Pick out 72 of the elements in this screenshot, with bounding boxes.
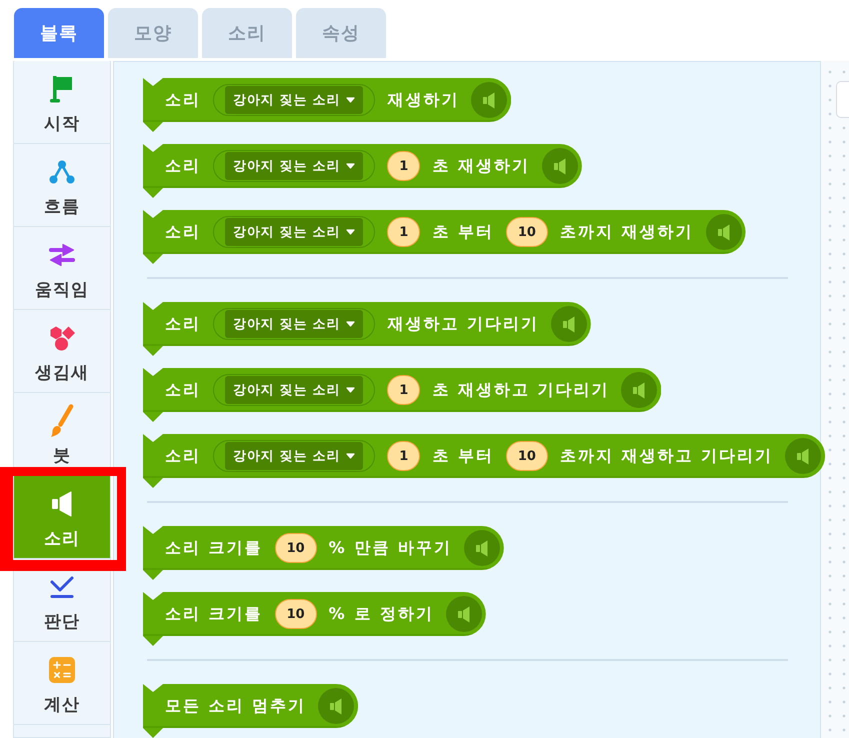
shapes-icon	[48, 325, 76, 351]
category-item[interactable]: 판단	[14, 559, 110, 642]
block-text: 소리 크기를	[165, 538, 263, 558]
block-text: 모든 소리 멈추기	[165, 696, 306, 716]
number-input[interactable]: 1	[387, 441, 420, 471]
number-input[interactable]: 10	[274, 599, 317, 629]
speaker-icon	[706, 214, 742, 250]
number-input[interactable]: 1	[387, 151, 420, 181]
number-input[interactable]: 10	[274, 533, 317, 563]
code-block[interactable]: 소리 강아지 짖는 소리 1 초 부터 10 초까지 재생하기	[143, 210, 746, 264]
caret-icon	[346, 453, 356, 459]
swap-arrows-icon	[48, 243, 76, 267]
caret-icon	[346, 387, 356, 393]
code-block[interactable]: 소리 크기를 10 % 만큼 바꾸기	[143, 526, 504, 580]
block-text: % 만큼 바꾸기	[328, 538, 452, 558]
dropdown[interactable]: 강아지 짖는 소리	[213, 374, 376, 406]
speaker-icon	[621, 372, 658, 408]
category-item[interactable]: 계산	[14, 642, 110, 725]
block-text: % 로 정하기	[328, 604, 434, 624]
speaker-icon	[318, 688, 354, 724]
block-text: 초까지 재생하고 기다리기	[560, 446, 774, 466]
checkmark-icon	[49, 575, 75, 599]
number-input[interactable]: 10	[506, 217, 548, 247]
category-item[interactable]: 시작	[14, 61, 110, 144]
block-text: 재생하고 기다리기	[387, 314, 539, 334]
category-item[interactable]: 생김새	[14, 310, 110, 393]
speaker-icon	[542, 148, 578, 184]
dropdown[interactable]: 강아지 짖는 소리	[213, 84, 376, 116]
caret-icon	[346, 97, 356, 103]
code-block[interactable]: 소리 크기를 10 % 로 정하기	[143, 592, 486, 646]
code-block[interactable]: 소리 강아지 짖는 소리 1 초 재생하고 기다리기	[143, 368, 662, 422]
speaker-icon	[446, 596, 482, 632]
code-block[interactable]: 소리 강아지 짖는 소리 1 초 재생하기	[143, 144, 582, 198]
caret-icon	[346, 163, 356, 169]
dropdown[interactable]: 강아지 짖는 소리	[213, 150, 376, 182]
block-text: 재생하기	[387, 90, 460, 110]
block-text: 소리	[165, 380, 201, 400]
block-text: 초 부터	[432, 446, 494, 466]
calculator-icon	[49, 657, 75, 683]
speaker-icon	[785, 438, 822, 474]
number-input[interactable]: 1	[387, 217, 420, 247]
block-text: 소리	[165, 90, 201, 110]
dropdown[interactable]: 강아지 짖는 소리	[213, 308, 376, 340]
code-block[interactable]: 소리 강아지 짖는 소리 재생하고 기다리기	[143, 302, 591, 356]
caret-icon	[346, 229, 356, 235]
dropdown[interactable]: 강아지 짖는 소리	[213, 440, 376, 472]
block-text: 초까지 재생하기	[560, 222, 694, 242]
paintbrush-icon	[50, 404, 74, 438]
speaker-icon	[464, 530, 500, 566]
block-text: 초 재생하고 기다리기	[432, 380, 610, 400]
tab[interactable]: 블록	[14, 8, 104, 58]
block-text: 소리	[165, 156, 201, 176]
corner-button[interactable]	[836, 81, 849, 118]
code-block[interactable]: 소리 강아지 짖는 소리 재생하기	[143, 78, 512, 132]
category-item[interactable]: 흐름	[14, 144, 110, 227]
block-text: 소리 크기를	[165, 604, 263, 624]
block-text: 초 재생하기	[432, 156, 530, 176]
code-block[interactable]: 소리 강아지 짖는 소리 1 초 부터 10 초까지 재생하고 기다리기	[143, 434, 826, 488]
dropdown[interactable]: 강아지 짖는 소리	[213, 216, 376, 248]
speaker-icon	[471, 82, 508, 118]
block-text: 소리	[165, 446, 201, 466]
block-text: 소리	[165, 314, 201, 334]
branch-icon	[49, 160, 75, 184]
category-item[interactable]: 움직임	[14, 227, 110, 310]
number-input[interactable]: 10	[506, 441, 548, 471]
block-text: 소리	[165, 222, 201, 242]
speaker-icon	[550, 306, 587, 342]
block-text: 초 부터	[432, 222, 494, 242]
speaker-icon	[51, 491, 73, 517]
number-input[interactable]: 1	[387, 375, 420, 405]
caret-icon	[346, 321, 356, 327]
flag-icon	[50, 75, 74, 103]
